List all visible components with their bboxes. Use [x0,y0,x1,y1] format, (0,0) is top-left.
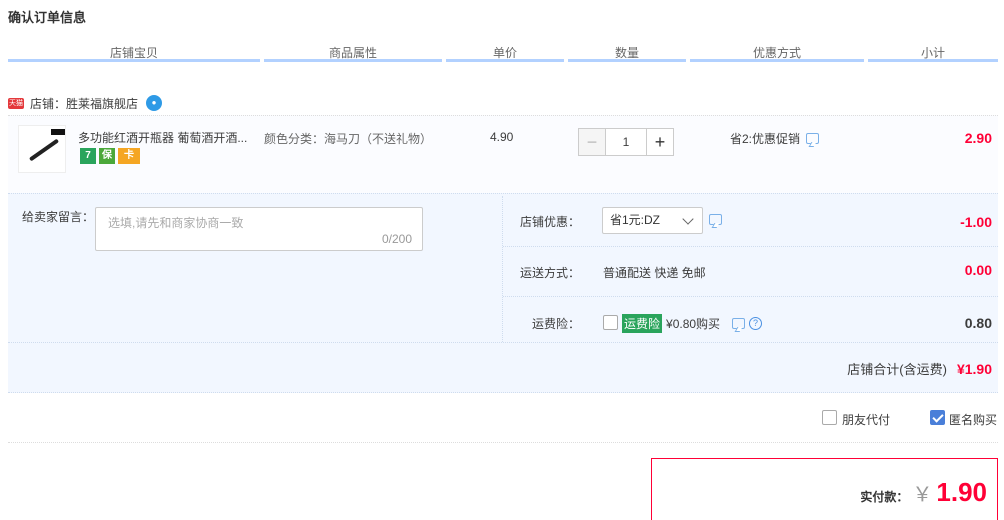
shipping-method: 普通配送 快递 免邮 [603,266,706,280]
friend-pay-checkbox[interactable] [822,410,837,425]
row-divider [503,246,998,247]
row-divider [503,296,998,297]
insurance-amount: 0.80 [964,315,992,331]
shipping-amount: 0.00 [964,262,992,278]
message-label: 给卖家留言： [22,210,95,224]
help-icon[interactable]: ? [749,317,763,330]
promo-info-icon[interactable] [806,133,820,144]
insurance-info-icon[interactable] [732,318,746,329]
insurance-checkbox[interactable] [603,315,618,330]
col-qty: 数量 [568,44,686,62]
payment-label: 实付款： [860,490,909,504]
item-attribute: 颜色分类：海马刀（不送礼物） [264,132,433,146]
store-discount-value: 省1元:DZ [610,213,661,227]
guarantee-icon[interactable]: 保 [99,148,115,164]
insurance-tag: 运费险 [622,314,663,333]
payment-summary: 实付款： ￥ 1.90 [651,458,998,520]
col-promo: 优惠方式 [690,44,864,62]
col-price: 单价 [446,44,564,62]
corkscrew-image [28,138,60,162]
col-subtotal: 小计 [868,44,998,62]
product-thumbnail[interactable] [18,125,66,173]
thumbnail-tag [51,129,65,135]
message-counter: 0/200 [381,232,412,246]
page-title: 确认订单信息 [8,10,87,25]
store-total-value: ¥1.90 [956,360,992,377]
store-discount-label: 店铺优惠： [519,215,580,229]
discount-info-icon[interactable] [709,214,722,225]
col-shop-item: 店铺宝贝 [8,44,260,62]
quantity-stepper: − 1 + [578,128,674,156]
store-total: 店铺合计(含运费) ¥1.90 [847,359,992,378]
message-input[interactable]: 选填,请先和商家协商一致 0/200 [95,207,423,251]
item-price: 4.90 [490,130,514,144]
qty-input[interactable]: 1 [606,128,646,156]
store-discount-select[interactable]: 省1元:DZ [602,207,703,234]
store-total-label: 店铺合计(含运费) [847,362,947,377]
section-divider [8,442,998,443]
chevron-down-icon [682,213,694,225]
payment-total: 实付款： ￥ 1.90 [860,477,987,508]
tmall-icon: 天猫 [8,97,24,109]
insurance-price: ¥0.80购买 [666,317,721,331]
item-title[interactable]: 多功能红酒开瓶器 葡萄酒开酒... [78,129,254,146]
anonymous-label[interactable]: 匿名购买 [949,411,997,428]
anonymous-checkbox[interactable] [930,410,945,425]
card-payment-icon[interactable]: 卡 [118,148,140,164]
promo-label: 省2:优惠促销 [730,132,801,146]
seven-day-return-icon[interactable]: 7 [80,148,96,164]
item-row [8,115,998,193]
promo: 省2:优惠促销 [730,130,820,147]
table-header: 店铺宝贝 商品属性 单价 数量 优惠方式 小计 [8,44,998,66]
col-attr: 商品属性 [264,44,442,62]
row-divider [8,342,998,343]
shop-name[interactable]: 店铺：胜莱福旗舰店 [30,95,138,112]
insurance-info: 运费险 ¥0.80购买 ? [622,314,763,333]
shipping-label: 运送方式： [519,266,580,280]
insurance-label: 运费险： [531,317,580,331]
qty-plus-button[interactable]: + [646,128,674,156]
chat-icon[interactable]: ● [146,95,163,111]
payment-amount: 1.90 [936,477,987,507]
currency-symbol: ￥ [912,484,933,506]
item-subtotal: 2.90 [964,130,992,146]
friend-pay-label[interactable]: 朋友代付 [842,411,890,428]
service-badges: 7 保 卡 [80,148,140,164]
qty-minus-button[interactable]: − [578,128,606,156]
shop-line: 天猫 店铺：胜莱福旗舰店 ● [8,95,163,112]
store-discount-amount: -1.00 [960,214,992,230]
message-placeholder: 选填,请先和商家协商一致 [108,216,244,230]
